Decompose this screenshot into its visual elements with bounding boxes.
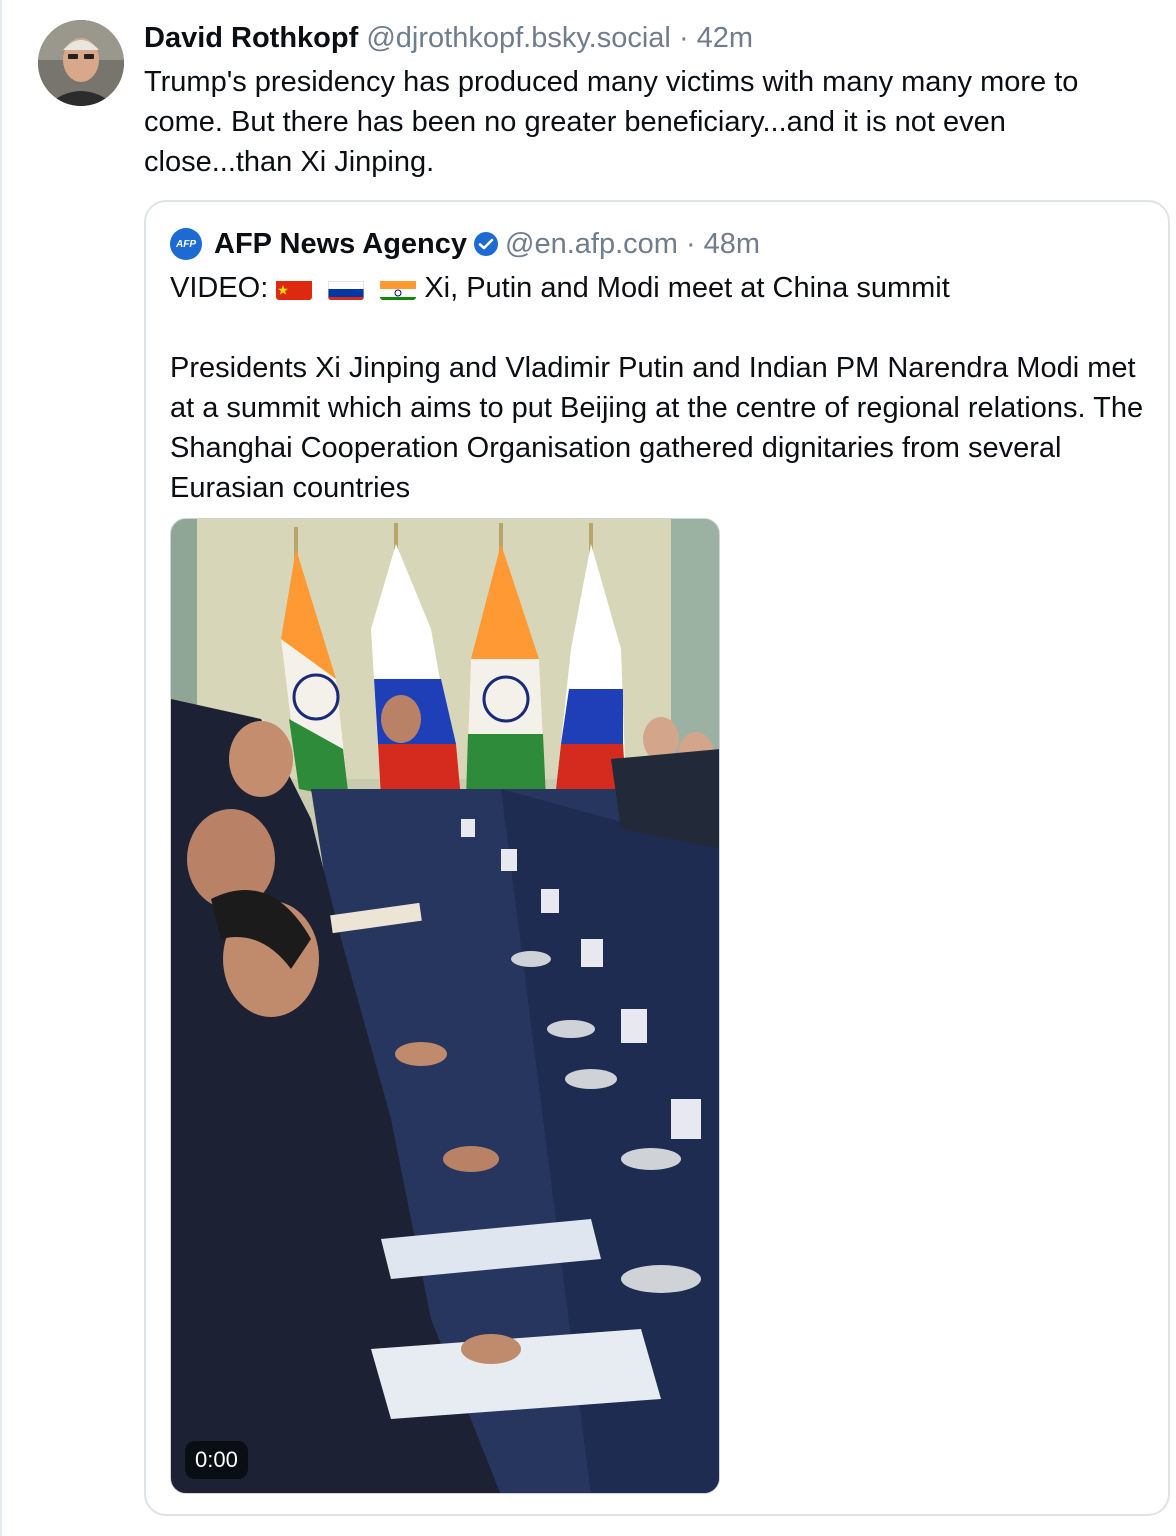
quoted-post-header: AFP AFP News Agency @en.afp.com · 48m: [170, 224, 760, 264]
quoted-post-title: VIDEO: Xi, Putin and Modi meet at China …: [170, 268, 950, 308]
quoted-author-name[interactable]: AFP News Agency: [214, 228, 467, 261]
afp-avatar[interactable]: AFP: [170, 228, 202, 260]
video-duration: 0:00: [185, 1441, 248, 1479]
title-prefix: VIDEO:: [170, 272, 269, 304]
china-flag: [276, 276, 313, 300]
left-divider: [0, 0, 2, 1536]
post-header: David Rothkopf @djrothkopf.bsky.social ·…: [144, 18, 753, 58]
quoted-post-body: Presidents Xi Jinping and Vladimir Putin…: [170, 352, 1144, 504]
post-time[interactable]: 42m: [697, 22, 753, 54]
russia-flag: [328, 276, 365, 300]
author-avatar[interactable]: [38, 20, 124, 106]
post-text: Trump's presidency has produced many vic…: [144, 66, 1079, 178]
author-name[interactable]: David Rothkopf: [144, 22, 358, 54]
author-handle[interactable]: @djrothkopf.bsky.social: [366, 22, 671, 54]
video-player[interactable]: 0:00: [170, 518, 720, 1494]
separator: ·: [678, 22, 689, 54]
india-flag: [380, 276, 417, 300]
verified-check-icon: [473, 231, 499, 257]
quoted-author-handle[interactable]: @en.afp.com: [505, 228, 678, 261]
separator: ·: [685, 227, 696, 260]
video-thumbnail-image: [171, 519, 719, 1493]
quoted-post-time[interactable]: 48m: [704, 228, 760, 261]
quoted-post-card[interactable]: AFP AFP News Agency @en.afp.com · 48m VI…: [144, 200, 1170, 1516]
title-suffix: Xi, Putin and Modi meet at China summit: [424, 272, 950, 304]
